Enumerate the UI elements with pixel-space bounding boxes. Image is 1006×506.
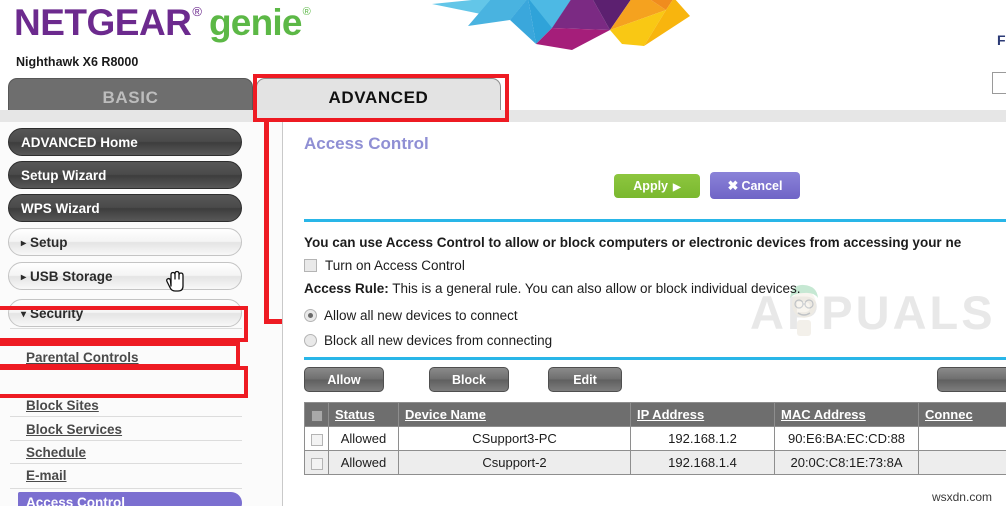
hand-pointer-cursor-icon xyxy=(166,270,184,292)
sidebar-item-setup-wizard[interactable]: Setup Wizard xyxy=(8,161,242,189)
radio-allow-all-row[interactable]: Allow all new devices to connect xyxy=(304,308,518,323)
sidebar-item-usb-storage[interactable]: ▸ USB Storage xyxy=(8,262,242,290)
cell-device-name: CSupport3-PC xyxy=(398,426,631,451)
sidebar-item-wps-wizard[interactable]: WPS Wizard xyxy=(8,194,242,222)
row-select-cell[interactable] xyxy=(304,426,329,451)
radio-block-all-row[interactable]: Block all new devices from connecting xyxy=(304,333,552,348)
sidebar-item-label: USB Storage xyxy=(30,269,113,284)
sidebar-navigation: ADVANCED Home Setup Wizard WPS Wizard ▸ S… xyxy=(0,122,283,506)
sidebar-divider xyxy=(10,440,242,441)
sidebar-item-label: Access Control xyxy=(26,495,126,506)
turn-on-access-control-checkbox[interactable] xyxy=(304,259,317,272)
chevron-right-icon: ▸ xyxy=(21,272,27,283)
edit-button[interactable]: Edit xyxy=(548,367,622,392)
router-model-label: Nighthawk X6 R8000 xyxy=(16,55,139,69)
access-rule-title: Access Rule: xyxy=(304,281,389,296)
sidebar-item-advanced-home[interactable]: ADVANCED Home xyxy=(8,128,242,156)
cell-status: Allowed xyxy=(328,450,399,475)
registered-mark-icon-2: ® xyxy=(302,6,311,18)
radio-block-all-label: Block all new devices from connecting xyxy=(324,333,553,348)
origami-decoration-graphic xyxy=(432,0,690,50)
sidebar-item-access-control[interactable]: Access Control xyxy=(18,492,242,506)
sidebar-divider xyxy=(10,416,242,417)
column-header-status[interactable]: Status xyxy=(328,402,399,427)
cancel-button-label: Cancel xyxy=(741,179,783,193)
sidebar-item-setup[interactable]: ▸ Setup xyxy=(8,228,242,256)
firmware-label-partial: F xyxy=(997,32,1006,48)
sidebar-divider xyxy=(10,328,242,329)
sidebar-divider xyxy=(10,488,242,489)
turn-on-access-control-label: Turn on Access Control xyxy=(325,258,465,273)
wsxdn-watermark: wsxdn.com xyxy=(931,490,992,504)
radio-allow-all-label: Allow all new devices to connect xyxy=(324,308,518,323)
select-all-header[interactable] xyxy=(304,402,329,427)
sidebar-item-block-sites[interactable]: Block Sites xyxy=(26,398,99,413)
netgear-genie-logo: NETGEAR® genie® xyxy=(14,2,311,44)
select-all-checkbox[interactable] xyxy=(310,409,323,422)
cell-ip-address: 192.168.1.2 xyxy=(630,426,775,451)
access-rule-row: Access Rule: This is a general rule. You… xyxy=(304,281,801,296)
apply-button-label: Apply xyxy=(633,179,669,193)
sidebar-item-label: Setup Wizard xyxy=(21,168,107,183)
sidebar-item-label: ADVANCED Home xyxy=(21,135,138,150)
cell-status: Allowed xyxy=(328,426,399,451)
row-checkbox[interactable] xyxy=(311,433,323,446)
sidebar-divider xyxy=(10,463,242,464)
table-header-row: Status Device Name IP Address MAC Addres… xyxy=(304,402,1006,427)
sidebar-divider xyxy=(10,368,242,369)
access-rule-text: This is a general rule. You can also all… xyxy=(388,281,801,296)
allow-button[interactable]: Allow xyxy=(304,367,384,392)
cell-device-name: Csupport-2 xyxy=(398,450,631,475)
cell-connection-type: Wi xyxy=(918,450,1006,475)
radio-block-all[interactable] xyxy=(304,334,317,347)
chevron-right-icon: ▸ xyxy=(21,238,27,249)
close-x-icon: ✖ xyxy=(727,178,739,193)
column-header-ip-address[interactable]: IP Address xyxy=(630,402,775,427)
access-control-description: You can use Access Control to allow or b… xyxy=(304,235,962,250)
refresh-button-partial[interactable] xyxy=(937,367,1006,392)
column-header-connection-type[interactable]: Connec xyxy=(918,402,1006,427)
sidebar-item-email[interactable]: E-mail xyxy=(26,468,67,483)
sidebar-item-security[interactable]: ▾ Security xyxy=(8,299,242,327)
row-select-cell[interactable] xyxy=(304,450,329,475)
column-header-mac-address[interactable]: MAC Address xyxy=(774,402,919,427)
sidebar-item-schedule[interactable]: Schedule xyxy=(26,445,86,460)
table-row[interactable]: Allowed CSupport3-PC 192.168.1.2 90:E6:B… xyxy=(304,426,1006,451)
netgear-wordmark: NETGEAR xyxy=(14,2,192,43)
router-admin-page: NETGEAR® genie® Nighthawk X6 R8000 F BASI… xyxy=(0,0,1006,506)
chevron-down-icon: ▾ xyxy=(21,309,27,320)
tab-strip-divider xyxy=(0,110,1006,122)
row-checkbox[interactable] xyxy=(311,457,323,470)
radio-allow-all[interactable] xyxy=(304,309,317,322)
genie-wordmark: genie xyxy=(209,2,302,43)
sidebar-item-block-services[interactable]: Block Services xyxy=(26,422,122,437)
sidebar-item-label: Security xyxy=(30,306,84,321)
caret-right-icon: ▶ xyxy=(673,182,681,193)
apply-button[interactable]: Apply ▶ xyxy=(614,174,700,198)
sidebar-item-label: Setup xyxy=(30,235,68,250)
registered-mark-icon: ® xyxy=(192,4,202,19)
sidebar-item-parental-controls[interactable]: Parental Controls xyxy=(26,350,139,365)
main-content-panel: Access Control APPUALS Apply ▶ ✖ Cancel Yo… xyxy=(284,122,1006,506)
page-header: NETGEAR® genie® Nighthawk X6 R8000 F xyxy=(0,0,1006,94)
cell-ip-address: 192.168.1.4 xyxy=(630,450,775,475)
sidebar-item-label: WPS Wizard xyxy=(21,201,100,216)
section-divider-bottom xyxy=(304,357,1006,360)
turn-on-access-control-row[interactable]: Turn on Access Control xyxy=(304,258,465,273)
device-table: Status Device Name IP Address MAC Addres… xyxy=(304,402,1006,475)
cell-mac-address: 20:0C:C8:1E:73:8A xyxy=(774,450,919,475)
block-button[interactable]: Block xyxy=(429,367,509,392)
table-row[interactable]: Allowed Csupport-2 192.168.1.4 20:0C:C8:… xyxy=(304,450,1006,475)
section-divider-top xyxy=(304,219,1006,222)
cell-mac-address: 90:E6:BA:EC:CD:88 xyxy=(774,426,919,451)
cell-connection-type: W xyxy=(918,426,1006,451)
cancel-button[interactable]: ✖ Cancel xyxy=(710,172,800,199)
page-title: Access Control xyxy=(304,134,429,153)
column-header-device-name[interactable]: Device Name xyxy=(398,402,631,427)
